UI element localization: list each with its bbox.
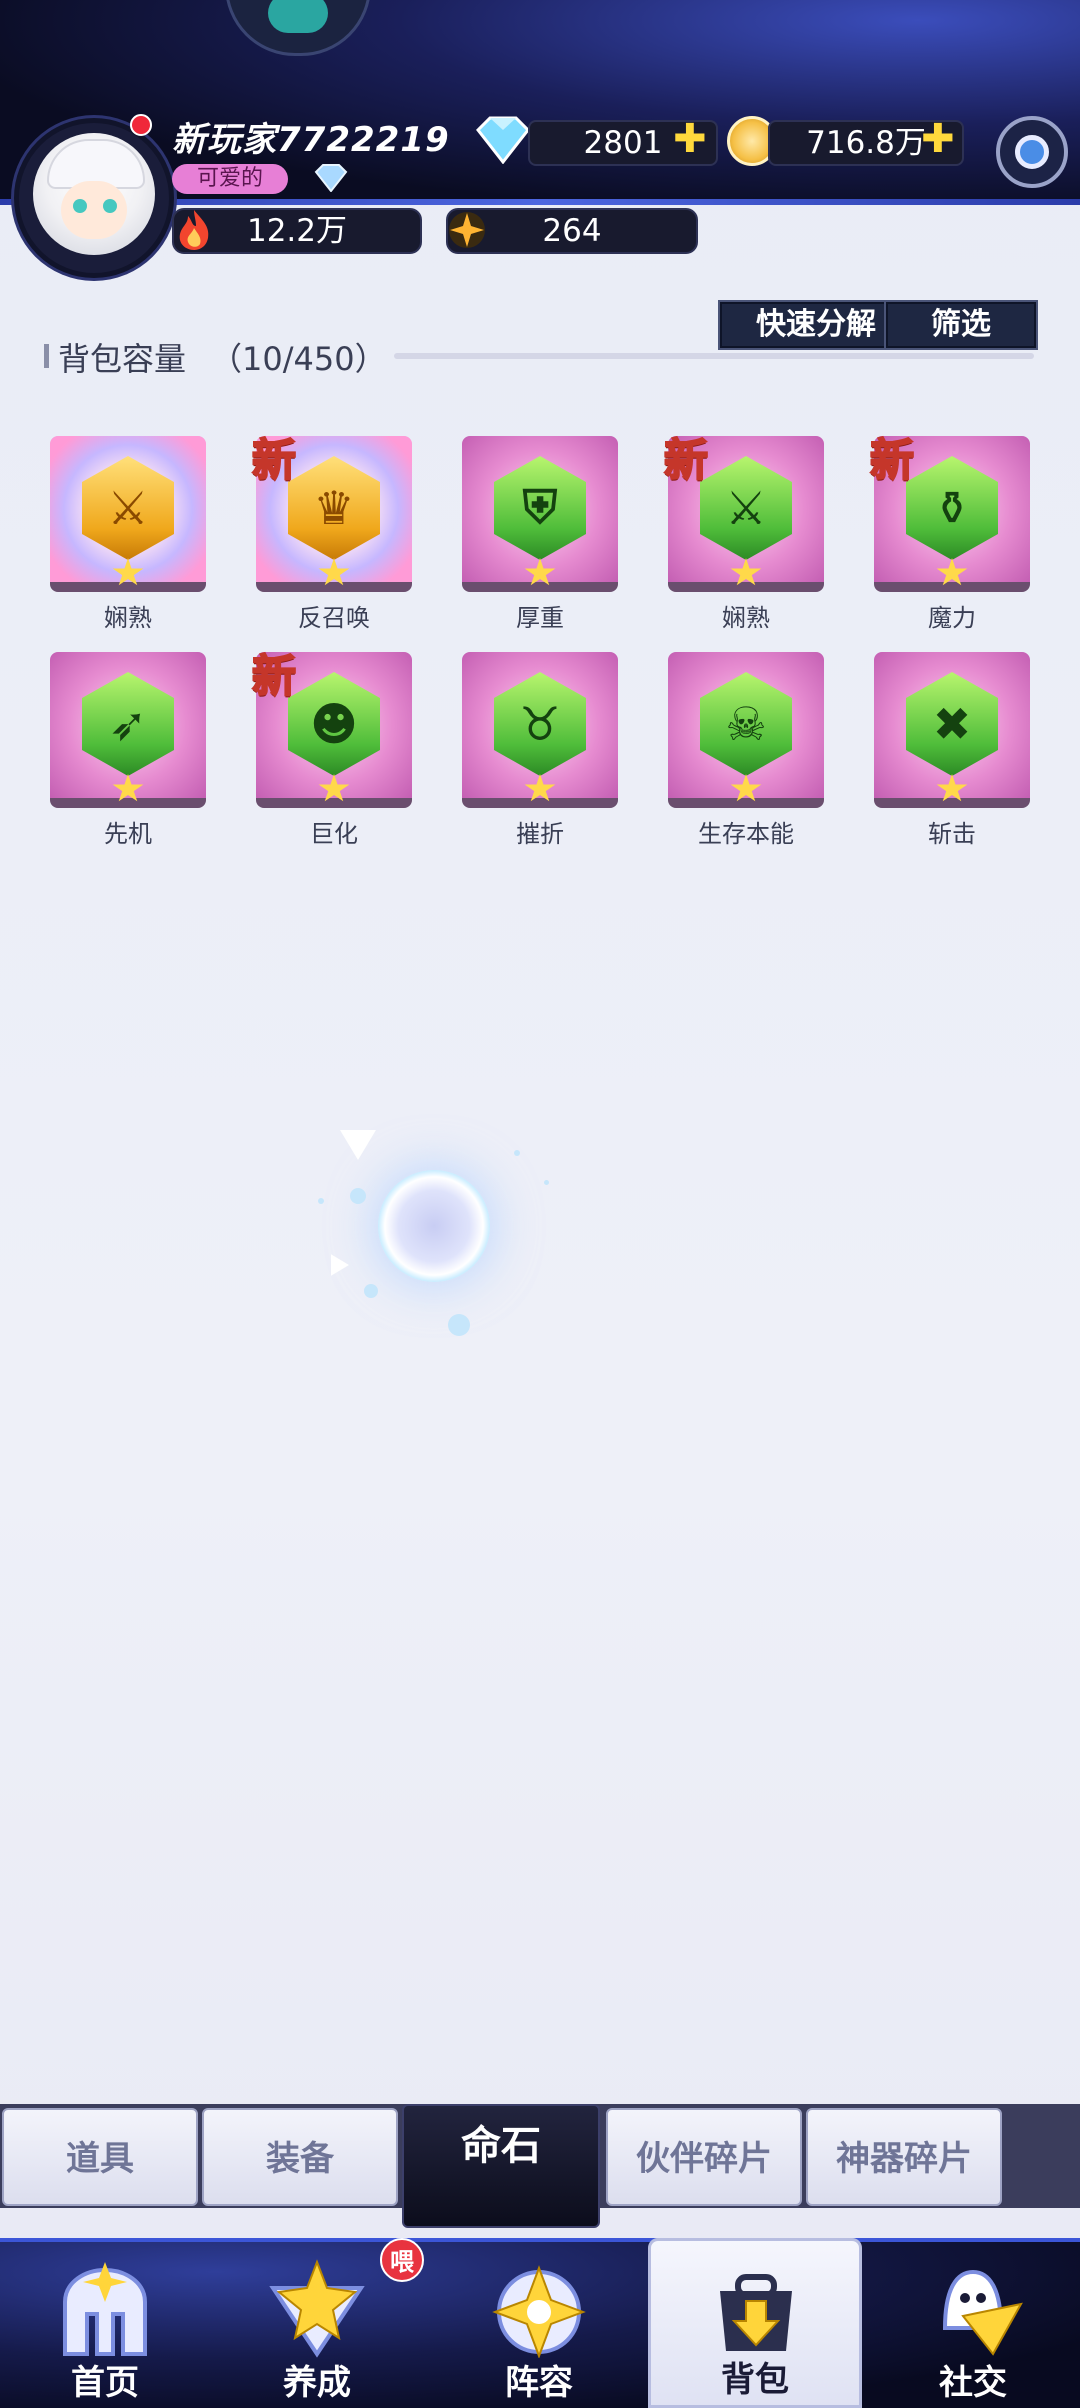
capacity-count: （10/450） [210,340,387,378]
star-icon [112,558,144,586]
new-tag: 新 [251,650,297,703]
backpack-item[interactable]: ⚔ 新娴熟 [663,434,824,633]
backpack-item[interactable]: ✖ 斩击 [874,652,1030,849]
nav-home[interactable]: 首页 [0,2238,210,2408]
star-icon [112,774,144,802]
tab-artifact-shards[interactable]: 神器碎片 [806,2108,1002,2206]
nav-label: 养成 [283,2363,351,2403]
new-tag: 新 [663,434,709,487]
tab-partner-shards[interactable]: 伙伴碎片 [606,2108,802,2206]
diamond-icon [476,116,530,164]
notification-dot [130,114,152,136]
sword-cross-icon: ⚔ [725,481,767,535]
item-tile: ⚱ 新 [869,434,1030,592]
crown-gem-icon: ♛ [313,481,355,535]
player-name: 新玩家7722219 [172,120,450,160]
backpack-item[interactable]: ♉ 摧折 [462,652,618,849]
shield-figure-icon: ⛨ [522,480,558,534]
item-name: 娴熟 [104,604,152,632]
star-icon [318,774,350,802]
nav-label: 阵容 [505,2363,573,2403]
item-tile: ✖ [874,652,1030,808]
item-name: 先机 [104,820,152,848]
nav-backpack[interactable]: 背包 [648,2238,862,2408]
item-tile: ☠ [668,652,824,808]
potion-icon: ⚱ [932,481,972,535]
player-avatar[interactable] [14,118,174,278]
nav-lineup[interactable]: 阵容 [434,2238,644,2408]
item-tile: ♛ 新 [251,434,412,592]
backpack-item[interactable]: ⚔ 娴熟 [50,436,206,633]
mascot-icon[interactable] [225,0,371,56]
backpack-item[interactable]: ⛨ 厚重 [462,436,618,633]
energy-star-icon [449,212,485,248]
capacity-label: 背包容量 [58,340,187,378]
item-name: 娴熟 [722,604,770,632]
backpack-item[interactable]: ➶ 先机 [50,652,206,849]
item-name: 魔力 [928,604,976,632]
item-tile: ➶ [50,652,206,808]
skull-crossed-icon: ☠ [725,697,767,751]
star-icon [936,558,968,586]
capacity-divider [394,353,1034,359]
item-tile: ⚔ [50,436,206,592]
nav-develop[interactable]: 喂 养成 [212,2238,424,2408]
rank-diamond-icon [314,164,348,192]
bag-icon [720,2274,792,2351]
castle-icon [63,2262,147,2356]
nav-label: 首页 [71,2363,139,2403]
bow-arrow-icon: ➶ [108,697,148,751]
backpack-item[interactable]: ☻ 新巨化 [251,650,412,849]
sword-cross-icon: ⚔ [107,481,149,535]
capacity-marker [44,344,49,368]
fire-icon [179,210,209,250]
item-name: 厚重 [516,604,564,632]
star-icon [936,774,968,802]
item-tile: ☻ 新 [251,650,412,808]
item-tile: ♉ [462,652,618,808]
star-icon [730,774,762,802]
item-name: 反召唤 [298,604,370,632]
item-name: 巨化 [310,820,358,848]
filter-button[interactable]: 筛选 [884,300,1038,350]
new-tag: 新 [251,434,297,487]
tab-items[interactable]: 道具 [2,2108,198,2206]
horned-demon-icon: ♉ [519,697,561,751]
nav-social[interactable]: 社交 [868,2238,1078,2408]
tab-fate-stones[interactable]: 命石 [402,2104,600,2228]
backpack-item[interactable]: ♛ 新反召唤 [251,434,412,633]
nav-label: 社交 [939,2363,1007,2403]
settings-gear-icon[interactable] [996,116,1068,188]
backpack-item[interactable]: ☠ 生存本能 [668,652,824,849]
add-diamond-button[interactable]: ✚ [673,118,707,160]
star-icon [318,558,350,586]
compass-star-icon [492,2265,586,2358]
star-icon [730,558,762,586]
avatar-image [33,133,155,255]
develop-badge: 喂 [380,2238,424,2282]
item-tile: ⛨ [462,436,618,592]
item-name: 斩击 [928,820,976,848]
item-name: 摧折 [516,820,564,848]
ghost-mail-icon [942,2269,1023,2356]
item-name: 生存本能 [698,820,794,848]
monster-face-icon: ☻ [310,697,358,751]
star-triangle-icon [269,2259,365,2358]
bottom-nav: 首页 喂 养成 阵容 背包 社交 [0,2238,1080,2408]
goblin-icon: ✖ [932,697,972,751]
star-icon [524,558,556,586]
backpack-category-tabs: 道具 装备 命石 伙伴碎片 神器碎片 [0,2104,1080,2228]
new-tag: 新 [869,434,915,487]
star-icon [524,774,556,802]
item-tile: ⚔ 新 [663,434,824,592]
backpack-item[interactable]: ⚱ 新魔力 [869,434,1030,633]
player-title-badge[interactable]: 可爱的 [172,164,288,194]
loading-spinner [318,1120,590,1380]
nav-label: 背包 [721,2360,789,2400]
add-gold-button[interactable]: ✚ [921,118,955,160]
tab-equipment[interactable]: 装备 [202,2108,398,2206]
